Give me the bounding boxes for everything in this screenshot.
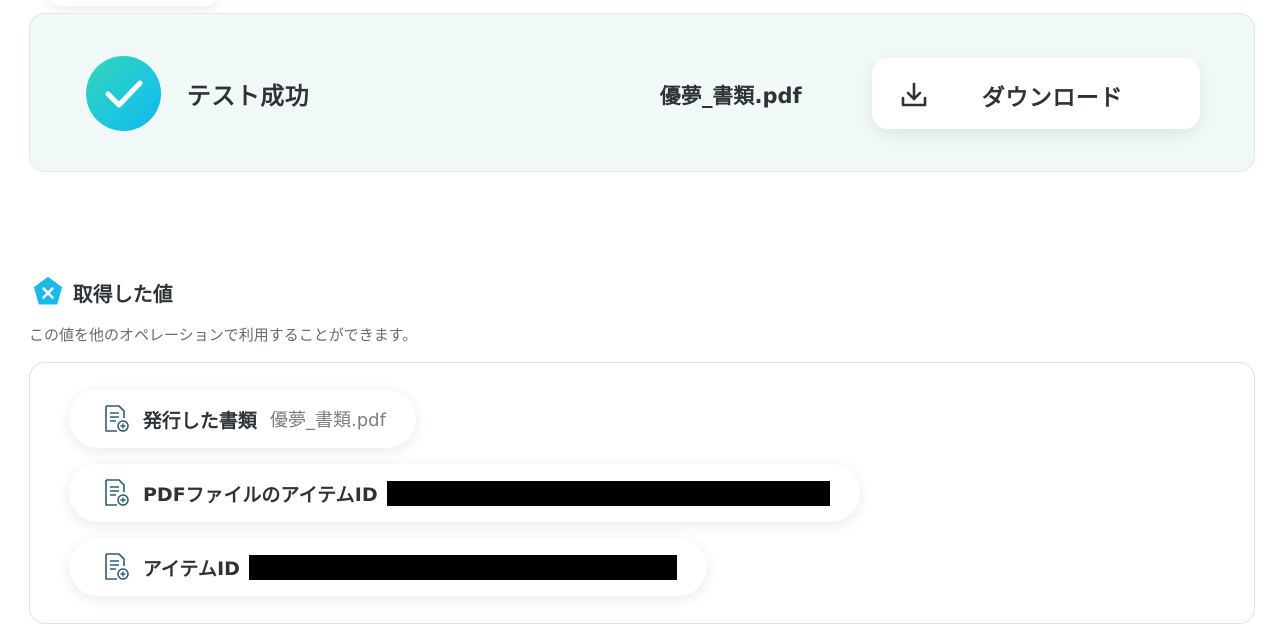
acquired-values-description: この値を他のオペレーションで利用することができます。 bbox=[29, 326, 418, 344]
document-add-icon bbox=[105, 479, 129, 506]
redacted-value-bar bbox=[248, 554, 677, 580]
value-chip-value: 優夢_書類.pdf bbox=[270, 410, 386, 431]
download-icon bbox=[901, 82, 927, 107]
acquired-values-header: 取得した値 bbox=[32, 276, 173, 308]
previous-tab-edge bbox=[48, 0, 218, 6]
value-chip-issued-document[interactable]: 発行した書類 優夢_書類.pdf bbox=[69, 390, 416, 448]
test-result-card: テスト成功 優夢_書類.pdf ダウンロード bbox=[29, 13, 1255, 172]
download-button-label: ダウンロード bbox=[982, 85, 1123, 111]
success-check-icon bbox=[86, 56, 161, 131]
value-chip-pdf-item-id[interactable]: PDFファイルのアイテムID bbox=[69, 464, 860, 522]
result-file-name: 優夢_書類.pdf bbox=[660, 84, 802, 108]
page: テスト成功 優夢_書類.pdf ダウンロード 取得した値 この値を他のオペレーシ… bbox=[0, 0, 1268, 636]
variable-pentagon-icon bbox=[34, 277, 62, 305]
acquired-values-list: 発行した書類 優夢_書類.pdf PDFファイルのアイテムID アイテムID bbox=[29, 362, 1255, 624]
document-add-icon bbox=[105, 553, 129, 580]
value-chip-label: PDFファイルのアイテムID bbox=[143, 483, 378, 506]
document-add-icon bbox=[105, 405, 129, 432]
redacted-value-bar bbox=[386, 480, 830, 506]
value-chip-label: アイテムID bbox=[143, 557, 240, 580]
test-status-label: テスト成功 bbox=[187, 82, 310, 110]
value-chip-label: 発行した書類 bbox=[143, 409, 258, 432]
value-chip-item-id[interactable]: アイテムID bbox=[69, 538, 707, 596]
acquired-values-title: 取得した値 bbox=[73, 281, 173, 306]
download-button[interactable]: ダウンロード bbox=[872, 58, 1200, 129]
